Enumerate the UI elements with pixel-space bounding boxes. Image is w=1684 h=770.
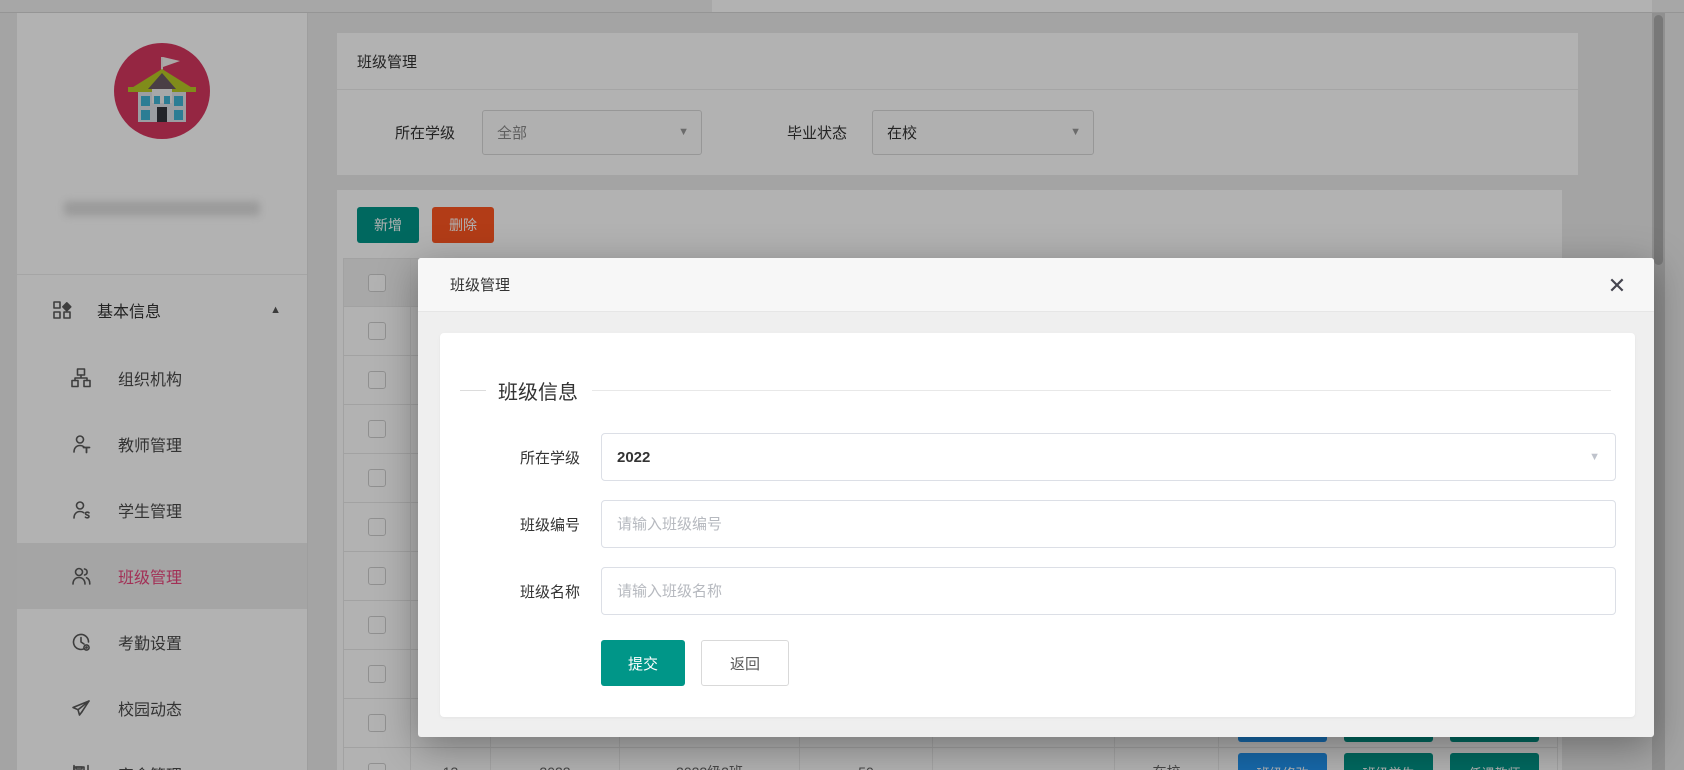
class-code-label: 班级编号 <box>440 514 580 535</box>
class-name-input[interactable] <box>617 568 1579 614</box>
section-title: 班级信息 <box>498 376 578 405</box>
class-code-field-wrap <box>601 500 1616 548</box>
grade-label: 所在学级 <box>440 447 580 468</box>
legend-line <box>592 390 1611 391</box>
grade-value: 2022 <box>617 449 650 466</box>
close-icon[interactable]: ✕ <box>1602 271 1632 301</box>
grade-select[interactable]: 2022 ▼ <box>601 433 1616 481</box>
back-button[interactable]: 返回 <box>701 640 789 686</box>
class-name-field-wrap <box>601 567 1616 615</box>
form-row-grade: 所在学级 2022 ▼ <box>440 433 1635 481</box>
modal-form-card: 班级信息 所在学级 2022 ▼ 班级编号 班级名称 提交 返回 <box>440 333 1635 717</box>
class-code-input[interactable] <box>617 501 1579 547</box>
form-row-class-code: 班级编号 <box>440 500 1635 548</box>
chevron-down-icon: ▼ <box>1589 451 1600 463</box>
class-edit-modal: 班级管理 ✕ 班级信息 所在学级 2022 ▼ 班级编号 班级名称 <box>418 258 1654 737</box>
modal-title: 班级管理 <box>418 258 1654 312</box>
modal-buttons: 提交 返回 <box>601 640 789 686</box>
section-legend: 班级信息 <box>460 373 1611 407</box>
form-row-class-name: 班级名称 <box>440 567 1635 615</box>
submit-button[interactable]: 提交 <box>601 640 685 686</box>
class-name-label: 班级名称 <box>440 581 580 602</box>
legend-line <box>460 390 486 391</box>
